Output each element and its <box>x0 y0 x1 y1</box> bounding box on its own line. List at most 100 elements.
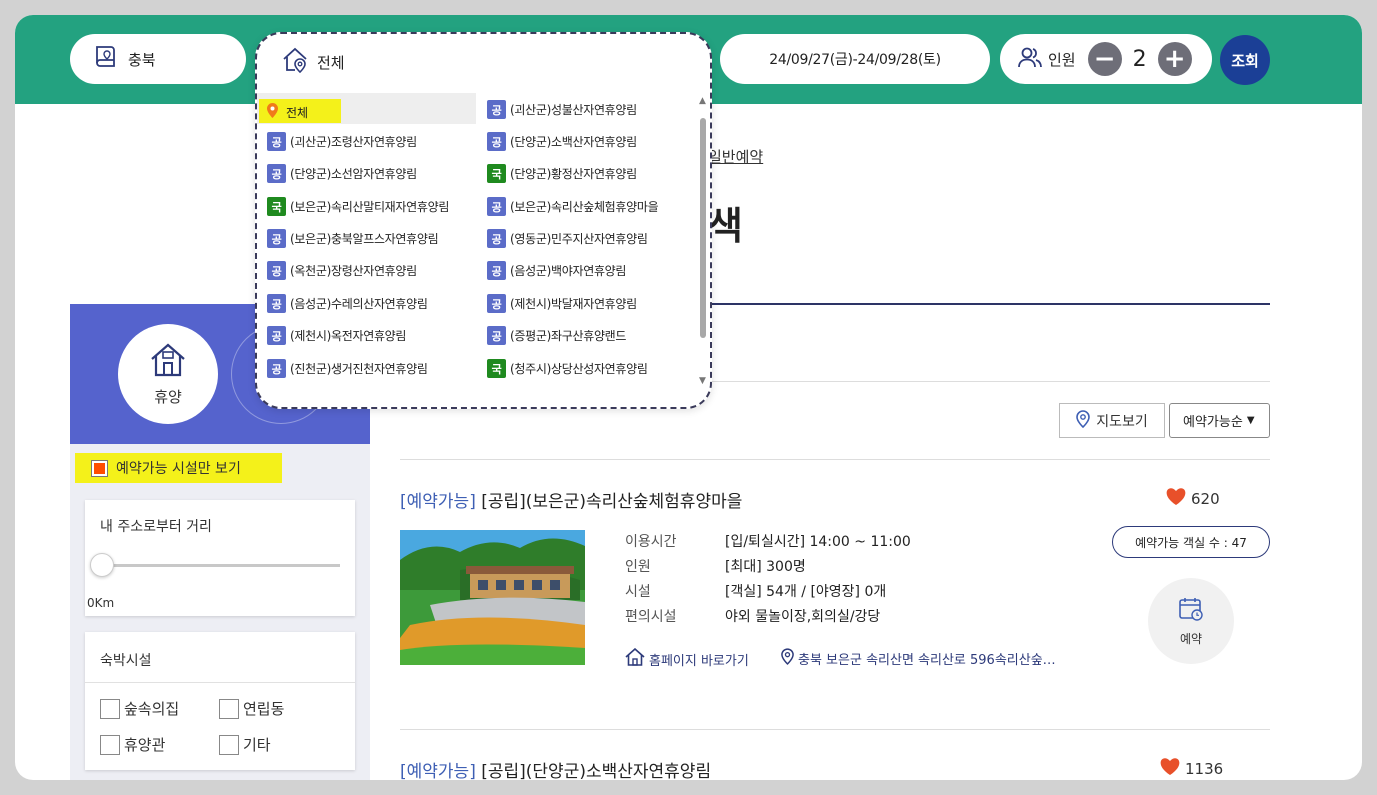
facility-name: [공립](보은군)속리산숲체험휴양마을 <box>481 492 743 512</box>
public-tag: 공 <box>487 100 506 119</box>
lodging-option-rowhouse[interactable]: 연립동 <box>219 698 284 719</box>
lodging-option-resthall[interactable]: 휴양관 <box>100 734 165 755</box>
facility-name: [공립](단양군)소백산자연휴양림 <box>481 762 712 780</box>
facility-count-label: 시설 <box>625 584 651 600</box>
facility-option-list: 전체 공 (괴산군)성불산자연휴양림 공 (괴산군)조령산자연휴양림 공 (단양군)소… <box>257 92 697 397</box>
sort-select[interactable]: 예약가능순 ▼ <box>1169 403 1270 438</box>
result-title[interactable]: [예약가능] [공립](보은군)속리산숲체험휴양마을 <box>400 487 742 512</box>
public-tag: 공 <box>267 261 286 280</box>
map-view-button[interactable]: 지도보기 <box>1059 403 1165 438</box>
people-selector: 인원 − 2 + <box>1000 34 1212 84</box>
region-selector[interactable]: 충북 <box>70 34 246 84</box>
facility-option[interactable]: 공 (보은군)속리산숲체험휴양마을 <box>487 197 659 216</box>
capacity-label: 인원 <box>625 559 651 575</box>
date-range-text: 24/09/27(금)-24/09/28(토) <box>769 52 941 68</box>
facility-option[interactable]: 공 (제천시)옥전자연휴양림 <box>267 326 406 345</box>
public-tag: 공 <box>487 326 506 345</box>
homepage-link[interactable]: 홈페이지 바로가기 <box>625 647 749 670</box>
facility-option[interactable]: 공 (보은군)충북알프스자연휴양림 <box>267 229 439 248</box>
distance-filter: 내 주소로부터 거리 0Km <box>85 500 355 616</box>
public-tag: 공 <box>487 132 506 151</box>
facility-option[interactable]: 공 (단양군)소선암자연휴양림 <box>267 164 417 183</box>
distance-slider-handle[interactable] <box>90 553 114 577</box>
reserve-button[interactable]: 예약 <box>1148 578 1234 664</box>
people-decrease-button[interactable]: − <box>1087 42 1122 76</box>
region-label: 충북 <box>128 50 156 69</box>
location-pin-icon <box>267 103 278 121</box>
calendar-icon <box>1178 596 1204 625</box>
option-all[interactable]: 전체 <box>257 93 476 124</box>
facility-dropdown: 전체 전체 공 (괴산군)성불산자연휴양림 공 (괴산군)조령산자연휴양림 공 (단양… <box>255 32 712 409</box>
lodging-option-other[interactable]: 기타 <box>219 734 271 755</box>
scroll-down-icon[interactable]: ▼ <box>699 376 706 386</box>
date-range-selector[interactable]: 24/09/27(금)-24/09/28(토) <box>720 34 990 84</box>
lodging-divider <box>85 682 355 683</box>
facility-option[interactable]: 국 (보은군)속리산말티재자연휴양림 <box>267 197 449 216</box>
facility-option[interactable]: 국 (단양군)황정산자연휴양림 <box>487 164 637 183</box>
facility-option[interactable]: 공 (증평군)좌구산휴양랜드 <box>487 326 626 345</box>
public-tag: 공 <box>487 261 506 280</box>
distance-slider-track[interactable] <box>100 564 340 567</box>
like-count: 1136 <box>1185 759 1224 778</box>
facility-photo[interactable] <box>400 530 585 665</box>
result-divider <box>400 729 1270 730</box>
chevron-down-icon: ▼ <box>1246 415 1255 426</box>
dropdown-scrollbar[interactable]: ▲ ▼ <box>697 96 710 396</box>
usage-time-value: [입/퇴실시간] 14:00 ~ 11:00 <box>725 534 911 550</box>
heart-icon <box>1159 757 1185 780</box>
facility-option[interactable]: 공 (음성군)수레의산자연휴양림 <box>267 294 428 313</box>
facility-count-value: [객실] 54개 / [야영장] 0개 <box>725 584 887 600</box>
capacity-value: [최대] 300명 <box>725 559 806 575</box>
status-badge: [예약가능] <box>400 492 476 512</box>
available-only-checkbox[interactable] <box>91 459 108 477</box>
national-tag: 국 <box>487 359 506 378</box>
people-increase-button[interactable]: + <box>1157 42 1192 76</box>
location-pin-icon <box>781 648 798 669</box>
category-label: 휴양 <box>154 387 182 406</box>
like-count: 620 <box>1191 489 1220 508</box>
facility-option[interactable]: 공 (음성군)백야자연휴양림 <box>487 261 626 280</box>
page-title: 색 <box>708 204 743 248</box>
breadcrumb[interactable]: 일반예약 <box>708 146 763 167</box>
like-counter[interactable]: 1136 <box>1159 757 1223 780</box>
reserve-label: 예약 <box>1179 631 1203 646</box>
public-tag: 공 <box>267 164 286 183</box>
facility-option[interactable]: 공 (단양군)소백산자연휴양림 <box>487 132 637 151</box>
public-tag: 공 <box>487 294 506 313</box>
category-recreation[interactable]: 휴양 <box>118 324 218 424</box>
available-rooms-badge: 예약가능 객실 수 : 47 <box>1112 526 1270 558</box>
facility-option[interactable]: 공 (괴산군)조령산자연휴양림 <box>267 132 417 151</box>
result-title[interactable]: [예약가능] [공립](단양군)소백산자연휴양림 <box>400 757 711 780</box>
public-tag: 공 <box>267 359 286 378</box>
address-text: 충북 보은군 속리산면 속리산로 596속리산숲… <box>798 653 1056 668</box>
facility-option[interactable]: 공 (진천군)생거진천자연휴양림 <box>267 359 428 378</box>
facility-option[interactable]: 공 (괴산군)성불산자연휴양림 <box>487 100 637 119</box>
option-all-label: 전체 <box>286 105 309 120</box>
facility-option[interactable]: 공 (영동군)민주지산자연휴양림 <box>487 229 648 248</box>
location-pin-icon <box>1076 409 1096 432</box>
scroll-up-icon[interactable]: ▲ <box>699 96 706 106</box>
like-counter[interactable]: 620 <box>1165 487 1220 510</box>
status-badge: [예약가능] <box>400 762 476 780</box>
distance-value: 0Km <box>87 596 115 610</box>
facility-option[interactable]: 국 (청주시)상당산성자연휴양림 <box>487 359 648 378</box>
people-count: 2 <box>1132 46 1147 72</box>
heart-icon <box>1165 487 1191 510</box>
public-tag: 공 <box>487 229 506 248</box>
available-only-label: 예약가능 시설만 보기 <box>116 461 241 477</box>
scrollbar-thumb[interactable] <box>700 118 706 338</box>
address-link[interactable]: 충북 보은군 속리산면 속리산로 596속리산숲… <box>781 648 1056 669</box>
amenity-value: 야외 물놀이장,회의실/강당 <box>725 609 881 625</box>
facility-option[interactable]: 공 (옥천군)장령산자연휴양림 <box>267 261 417 280</box>
available-only-toggle[interactable]: 예약가능 시설만 보기 <box>75 453 282 483</box>
public-tag: 공 <box>267 294 286 313</box>
search-button[interactable]: 조회 <box>1220 35 1270 85</box>
public-tag: 공 <box>267 229 286 248</box>
facility-dropdown-header[interactable]: 전체 <box>281 46 345 78</box>
facility-option[interactable]: 공 (제천시)박달재자연휴양림 <box>487 294 637 313</box>
location-home-icon <box>281 46 317 78</box>
usage-time-label: 이용시간 <box>625 534 677 550</box>
homepage-link-label: 홈페이지 바로가기 <box>649 653 749 669</box>
lodging-option-cabin[interactable]: 숲속의집 <box>100 698 179 719</box>
public-tag: 공 <box>487 197 506 216</box>
